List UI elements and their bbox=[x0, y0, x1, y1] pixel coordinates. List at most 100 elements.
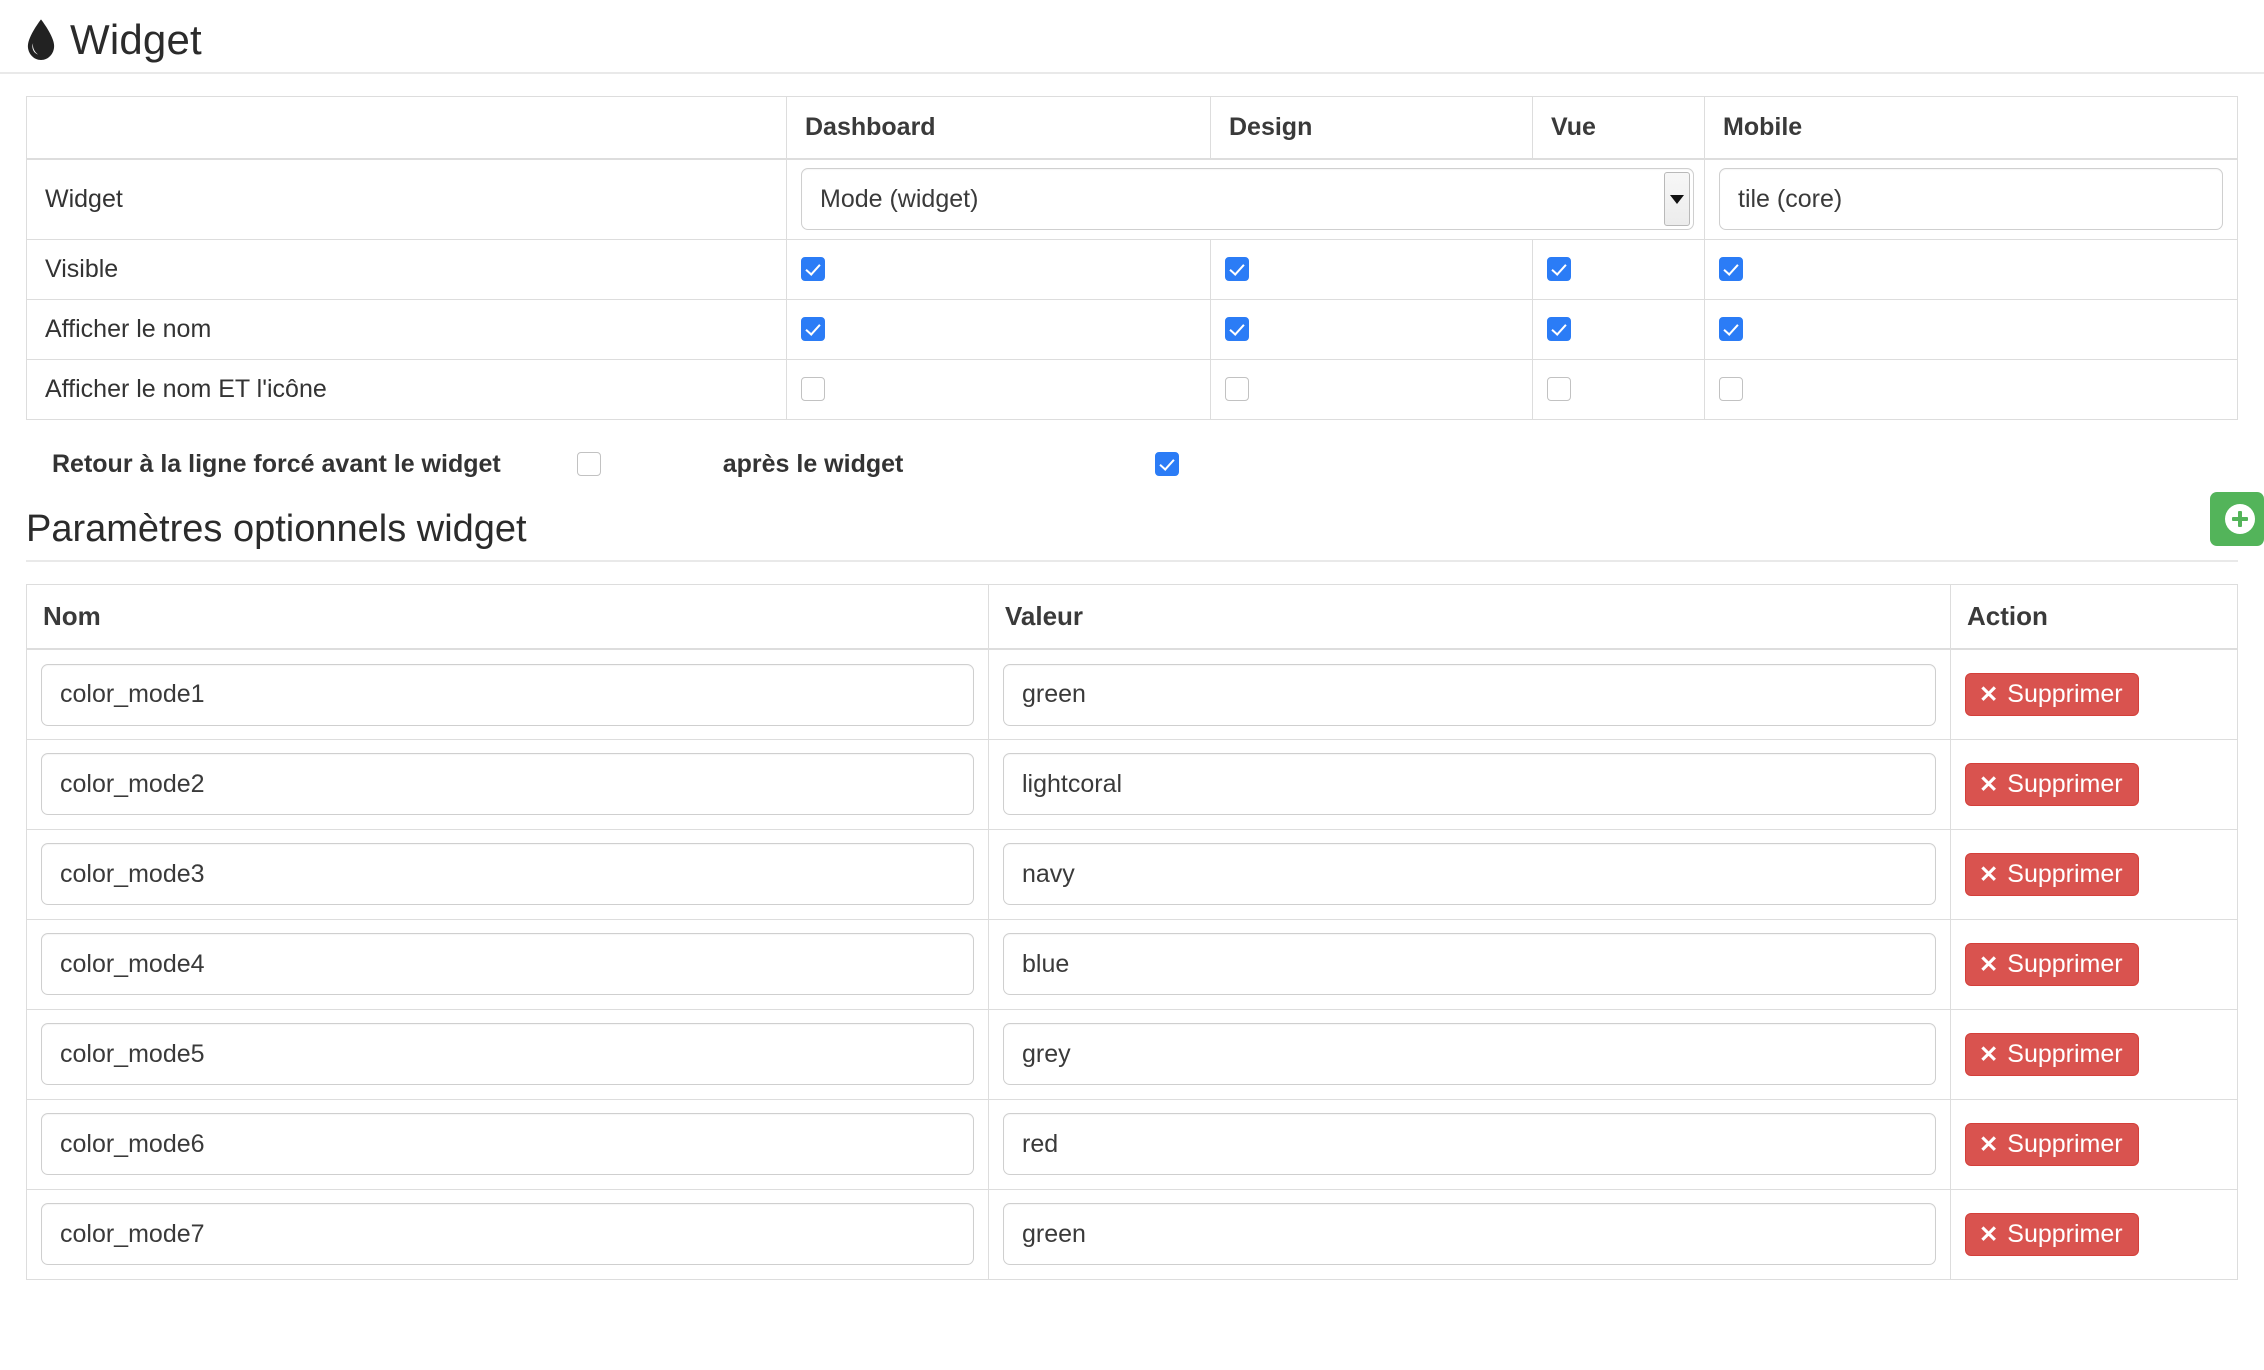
param-valeur-input[interactable]: red bbox=[1003, 1113, 1936, 1176]
widget-mobile-input[interactable]: tile (core) bbox=[1719, 168, 2223, 231]
param-valeur-cell: lightcoral bbox=[988, 738, 1951, 830]
checkbox-visible-mobile[interactable] bbox=[1719, 257, 1743, 281]
param-nom-input[interactable]: color_mode1 bbox=[41, 663, 974, 726]
param-nom-input[interactable]: color_mode2 bbox=[41, 753, 974, 816]
config-table-wrapper: Dashboard Design Vue Mobile Widget Mode … bbox=[0, 96, 2264, 420]
checkbox-line-break-after[interactable] bbox=[1155, 452, 1180, 476]
checkbox-visible-dashboard[interactable] bbox=[801, 257, 825, 281]
delete-parameter-button[interactable]: ✕ Supprimer bbox=[1965, 762, 2139, 806]
col-header-nom: Nom bbox=[26, 584, 989, 651]
param-valeur-input[interactable]: green bbox=[1003, 663, 1936, 726]
col-header-blank bbox=[26, 96, 787, 160]
param-nom-cell: color_mode5 bbox=[26, 1008, 989, 1100]
checkbox-nomicone-design[interactable] bbox=[1225, 377, 1249, 401]
delete-parameter-label: Supprimer bbox=[2007, 769, 2123, 798]
param-nom-cell: color_mode1 bbox=[26, 648, 989, 740]
page-header: Widget bbox=[0, 0, 2264, 74]
col-header-vue: Vue bbox=[1532, 96, 1705, 160]
nomicone-design-cell bbox=[1210, 358, 1533, 420]
param-action-cell: ✕ Supprimer bbox=[1950, 648, 2238, 740]
line-break-options: Retour à la ligne forcé avant le widget … bbox=[0, 420, 2264, 479]
close-icon: ✕ bbox=[1979, 770, 1999, 797]
param-nom-input[interactable]: color_mode5 bbox=[41, 1023, 974, 1086]
param-valeur-cell: navy bbox=[988, 828, 1951, 920]
chevron-down-icon[interactable] bbox=[1664, 172, 1690, 227]
row-label-visible: Visible bbox=[26, 238, 787, 300]
checkbox-nom-dashboard[interactable] bbox=[801, 317, 825, 341]
row-label-afficher-nom: Afficher le nom bbox=[26, 298, 787, 360]
param-valeur-input[interactable]: navy bbox=[1003, 843, 1936, 906]
checkbox-nom-vue[interactable] bbox=[1547, 317, 1571, 341]
param-nom-cell: color_mode7 bbox=[26, 1188, 989, 1280]
nom-mobile-cell bbox=[1704, 298, 2238, 360]
delete-parameter-button[interactable]: ✕ Supprimer bbox=[1965, 1032, 2139, 1076]
param-nom-cell: color_mode2 bbox=[26, 738, 989, 830]
params-table-head: Nom Valeur Action bbox=[26, 584, 2238, 651]
table-row: color_mode3 navy ✕ Supprimer bbox=[26, 828, 2238, 920]
widget-mode-select-cell: Mode (widget) bbox=[786, 158, 1705, 240]
params-section-title: Paramètres optionnels widget bbox=[26, 507, 527, 550]
delete-parameter-button[interactable]: ✕ Supprimer bbox=[1965, 1212, 2139, 1256]
param-action-cell: ✕ Supprimer bbox=[1950, 1188, 2238, 1280]
config-table-head: Dashboard Design Vue Mobile bbox=[26, 96, 2238, 160]
param-valeur-input[interactable]: blue bbox=[1003, 933, 1936, 996]
param-nom-value: color_mode1 bbox=[60, 680, 205, 709]
param-valeur-cell: red bbox=[988, 1098, 1951, 1190]
checkbox-nom-design[interactable] bbox=[1225, 317, 1249, 341]
delete-parameter-button[interactable]: ✕ Supprimer bbox=[1965, 852, 2139, 896]
widget-config-table: Dashboard Design Vue Mobile Widget Mode … bbox=[26, 96, 2238, 420]
delete-parameter-button[interactable]: ✕ Supprimer bbox=[1965, 942, 2139, 986]
col-header-mobile: Mobile bbox=[1704, 96, 2238, 160]
param-valeur-value: lightcoral bbox=[1022, 769, 1123, 798]
param-nom-value: color_mode5 bbox=[60, 1039, 205, 1068]
config-row-afficher-nom: Afficher le nom bbox=[26, 298, 2238, 360]
checkbox-visible-design[interactable] bbox=[1225, 257, 1249, 281]
add-parameter-button[interactable] bbox=[2210, 492, 2264, 547]
nomicone-dashboard-cell bbox=[786, 358, 1211, 420]
param-nom-input[interactable]: color_mode4 bbox=[41, 933, 974, 996]
line-break-after-label: après le widget bbox=[722, 449, 904, 478]
param-nom-value: color_mode7 bbox=[60, 1219, 205, 1248]
checkbox-nom-mobile[interactable] bbox=[1719, 317, 1743, 341]
close-icon: ✕ bbox=[1979, 1040, 1999, 1067]
col-header-action: Action bbox=[1950, 584, 2238, 651]
param-valeur-value: red bbox=[1022, 1129, 1059, 1158]
param-nom-input[interactable]: color_mode7 bbox=[41, 1203, 974, 1266]
row-label-afficher-nom-icone: Afficher le nom ET l'icône bbox=[26, 358, 787, 420]
delete-parameter-button[interactable]: ✕ Supprimer bbox=[1965, 1122, 2139, 1166]
config-row-afficher-nom-icone: Afficher le nom ET l'icône bbox=[26, 358, 2238, 420]
param-nom-value: color_mode6 bbox=[60, 1129, 205, 1158]
param-valeur-input[interactable]: grey bbox=[1003, 1023, 1936, 1086]
delete-parameter-button[interactable]: ✕ Supprimer bbox=[1965, 672, 2139, 717]
delete-parameter-label: Supprimer bbox=[2007, 949, 2123, 978]
param-valeur-value: grey bbox=[1022, 1039, 1071, 1068]
params-section-header: Paramètres optionnels widget bbox=[26, 492, 2264, 563]
param-valeur-input[interactable]: lightcoral bbox=[1003, 753, 1936, 816]
nomicone-mobile-cell bbox=[1704, 358, 2238, 420]
config-table-body: Widget Mode (widget) tile (core) Visible… bbox=[26, 158, 2238, 420]
line-break-before-label: Retour à la ligne forcé avant le widget bbox=[52, 449, 501, 478]
visible-design-cell bbox=[1210, 238, 1533, 300]
checkbox-line-break-before[interactable] bbox=[576, 452, 601, 476]
checkbox-nomicone-vue[interactable] bbox=[1547, 377, 1571, 401]
param-valeur-input[interactable]: green bbox=[1003, 1203, 1936, 1266]
checkbox-visible-vue[interactable] bbox=[1547, 257, 1571, 281]
widget-mode-select[interactable]: Mode (widget) bbox=[801, 168, 1694, 231]
close-icon: ✕ bbox=[1979, 1220, 1999, 1247]
nom-design-cell bbox=[1210, 298, 1533, 360]
param-action-cell: ✕ Supprimer bbox=[1950, 1098, 2238, 1190]
nom-vue-cell bbox=[1532, 298, 1705, 360]
param-valeur-cell: green bbox=[988, 648, 1951, 740]
param-nom-input[interactable]: color_mode3 bbox=[41, 843, 974, 906]
param-nom-input[interactable]: color_mode6 bbox=[41, 1113, 974, 1176]
param-valeur-cell: green bbox=[988, 1188, 1951, 1280]
param-valeur-value: green bbox=[1022, 680, 1086, 709]
checkbox-nomicone-mobile[interactable] bbox=[1719, 377, 1743, 401]
optional-parameters-table: Nom Valeur Action color_mode1 green ✕ Suppr… bbox=[26, 584, 2238, 1280]
checkbox-nomicone-dashboard[interactable] bbox=[801, 377, 825, 401]
delete-parameter-label: Supprimer bbox=[2007, 1129, 2123, 1158]
config-row-widget: Widget Mode (widget) tile (core) bbox=[26, 158, 2238, 240]
param-action-cell: ✕ Supprimer bbox=[1950, 918, 2238, 1010]
params-table-body: color_mode1 green ✕ Supprimer color_mode2 lig… bbox=[26, 648, 2238, 1280]
param-nom-value: color_mode4 bbox=[60, 949, 205, 978]
